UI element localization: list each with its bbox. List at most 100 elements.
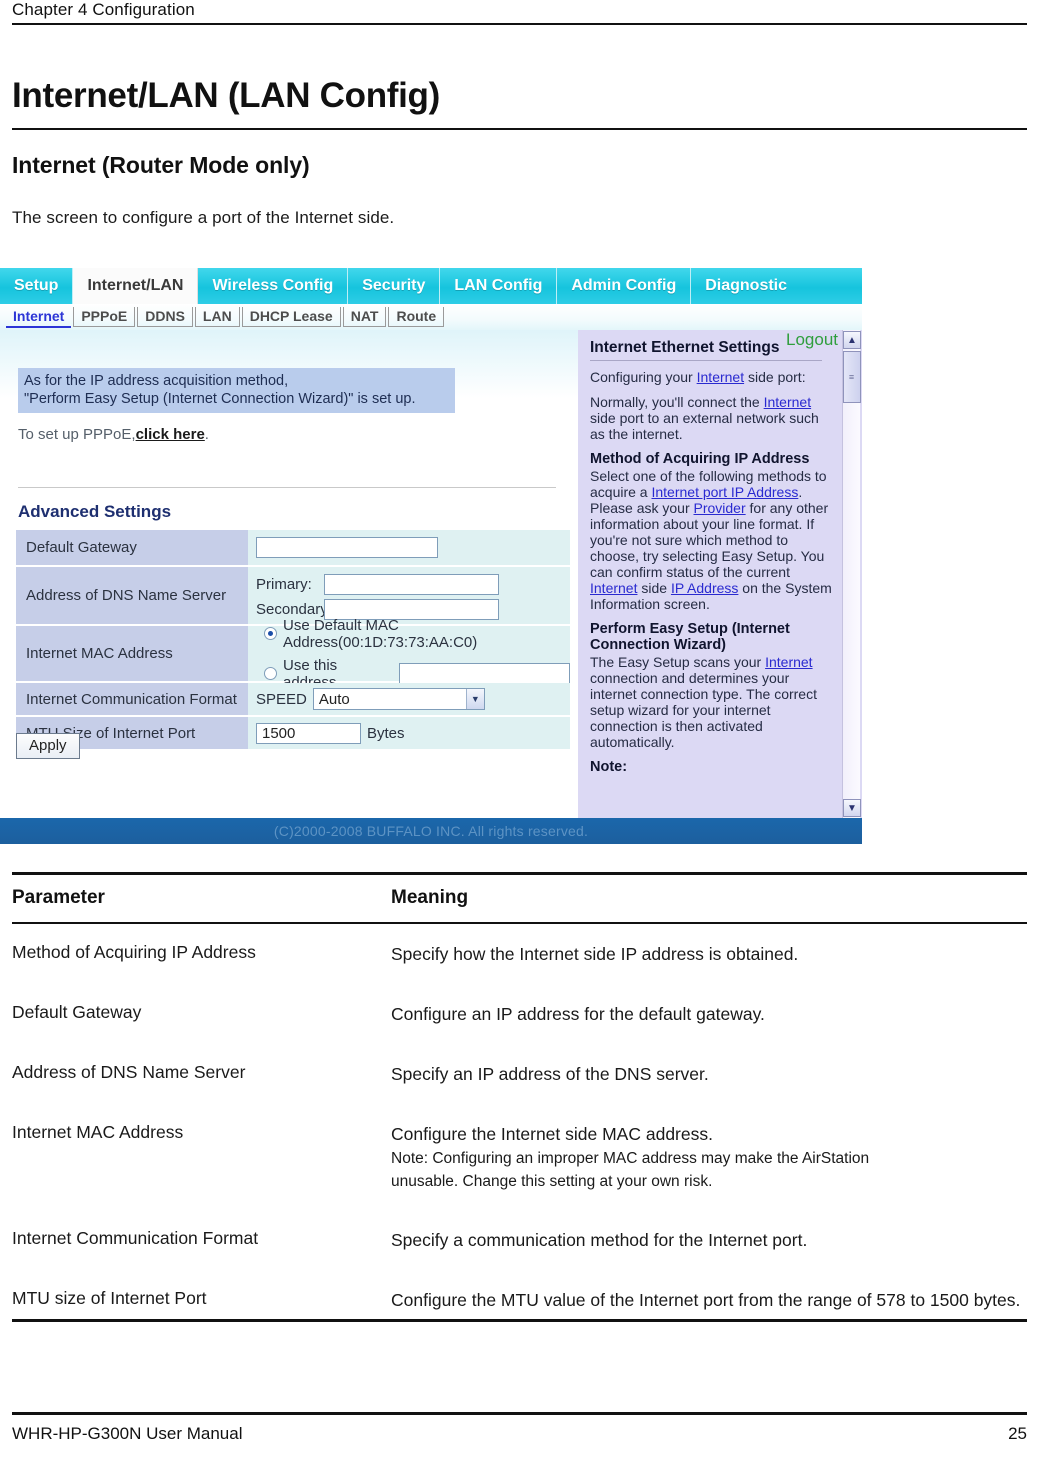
- router-settings-pane: As for the IP address acquisition method…: [0, 330, 578, 818]
- table-row: Default Gateway Configure an IP address …: [12, 984, 1027, 1044]
- value-dns-name-server: Primary: Secondary:: [248, 567, 570, 624]
- footer-rule: [12, 1412, 1027, 1415]
- table-cell-parameter: Internet MAC Address: [12, 1122, 184, 1142]
- title-rule: [12, 128, 1027, 130]
- acquisition-notice-line1: As for the IP address acquisition method…: [24, 373, 289, 389]
- label-default-gateway: Default Gateway: [16, 530, 248, 565]
- router-nav-tabs: Setup Internet/LAN Wireless Config Secur…: [0, 268, 862, 304]
- mac-default-option-group[interactable]: Use Default MAC Address(00:1D:73:73:AA:C…: [264, 617, 570, 651]
- sub-tab-internet[interactable]: Internet: [6, 307, 72, 328]
- help-paragraph-1: Configuring your Internet side port:: [590, 369, 834, 385]
- help-subheading-easy-setup: Perform Easy Setup (Internet Connection …: [590, 621, 790, 653]
- router-body: As for the IP address acquisition method…: [0, 330, 862, 818]
- advanced-settings-form: Default Gateway Address of DNS Name Serv…: [16, 530, 570, 751]
- nav-tab-diagnostic[interactable]: Diagnostic: [691, 268, 801, 304]
- help-p1-pre: Configuring your: [590, 369, 697, 385]
- parameter-table: Parameter Meaning Method of Acquiring IP…: [12, 872, 1027, 1322]
- sub-tab-lan[interactable]: LAN: [194, 307, 240, 327]
- label-mtu-units: Bytes: [367, 724, 405, 742]
- router-help-pane: Internet Ethernet Settings Configuring y…: [578, 330, 862, 818]
- nav-tab-admin-config[interactable]: Admin Config: [557, 268, 692, 304]
- pppoe-click-here-link[interactable]: click here: [136, 426, 205, 443]
- settings-divider: [18, 487, 556, 488]
- table-cell-meaning: Specify how the Internet side IP address…: [391, 944, 799, 964]
- help-note-label: Note:: [590, 759, 628, 775]
- table-row: Address of DNS Name Server Specify an IP…: [12, 1044, 1027, 1104]
- radio-use-this-address-icon[interactable]: [264, 667, 277, 680]
- header-rule: [12, 23, 1027, 25]
- nav-tab-internet-lan[interactable]: Internet/LAN: [73, 268, 199, 304]
- sub-tab-route[interactable]: Route: [388, 307, 445, 327]
- help-paragraph-3: Select one of the following methods to a…: [590, 468, 834, 612]
- apply-button[interactable]: Apply: [16, 733, 80, 759]
- dns-primary-group: Primary:: [256, 574, 499, 595]
- row-mtu-size: MTU Size of Internet Port 1500 Bytes: [16, 717, 570, 749]
- help-p4-a: The Easy Setup scans your: [590, 654, 766, 670]
- select-speed[interactable]: Auto ▼: [312, 688, 485, 710]
- help-link-internet-2[interactable]: Internet: [764, 394, 811, 410]
- help-link-internet-port-ip[interactable]: Internet port IP Address: [651, 484, 798, 500]
- row-dns-name-server: Address of DNS Name Server Primary: Seco…: [16, 567, 570, 624]
- help-link-internet-1[interactable]: Internet: [697, 369, 744, 385]
- intro-paragraph: The screen to configure a port of the In…: [12, 208, 395, 227]
- help-paragraph-4: The Easy Setup scans your Internet conne…: [590, 654, 834, 750]
- table-cell-meaning: Specify an IP address of the DNS server.: [391, 1064, 709, 1084]
- label-communication-format: Internet Communication Format: [16, 683, 248, 715]
- router-ui-screenshot: Setup Internet/LAN Wireless Config Secur…: [0, 268, 862, 844]
- help-divider: [590, 360, 822, 361]
- help-link-internet-4[interactable]: Internet: [765, 654, 812, 670]
- table-cell-parameter: Internet Communication Format: [12, 1228, 259, 1248]
- value-default-gateway: [248, 530, 570, 565]
- acquisition-notice-line2: "Perform Easy Setup (Internet Connection…: [24, 391, 416, 407]
- table-row: Internet Communication Format Specify a …: [12, 1210, 1027, 1270]
- table-cell-parameter: MTU size of Internet Port: [12, 1288, 207, 1308]
- help-link-ip-address[interactable]: IP Address: [671, 580, 738, 596]
- table-cell-note: Note: Configuring an improper MAC addres…: [391, 1150, 870, 1167]
- help-link-provider[interactable]: Provider: [694, 500, 746, 516]
- nav-tab-security[interactable]: Security: [348, 268, 441, 304]
- help-p2-post: side port to an external network such as…: [590, 410, 819, 442]
- table-cell-note-continued: unusable. Change this setting at your ow…: [391, 1173, 713, 1190]
- help-link-internet-3[interactable]: Internet: [590, 580, 637, 596]
- help-p3-d: side: [637, 580, 671, 596]
- label-dns-name-server: Address of DNS Name Server: [16, 567, 248, 624]
- select-speed-value: Auto: [318, 690, 350, 708]
- footer-page-number: 25: [1008, 1424, 1027, 1443]
- input-default-gateway[interactable]: [256, 537, 438, 558]
- label-dns-secondary: Secondary:: [256, 601, 332, 618]
- table-row: Internet MAC Address Configure the Inter…: [12, 1104, 1027, 1210]
- input-custom-mac-address[interactable]: [399, 663, 570, 684]
- sub-tab-ddns[interactable]: DDNS: [137, 307, 193, 327]
- table-cell-parameter: Method of Acquiring IP Address: [12, 942, 256, 962]
- table-cell-meaning: Configure an IP address for the default …: [391, 1004, 765, 1024]
- nav-tab-lan-config[interactable]: LAN Config: [440, 268, 558, 304]
- help-scrollbar[interactable]: ▲ ≡ ▼: [842, 330, 861, 818]
- input-mtu-size[interactable]: 1500: [256, 722, 361, 744]
- sub-tab-dhcp-lease[interactable]: DHCP Lease: [241, 307, 341, 327]
- label-internet-mac-address: Internet MAC Address: [16, 626, 248, 681]
- value-communication-format: SPEED Auto ▼: [248, 683, 570, 715]
- nav-tab-wireless-config[interactable]: Wireless Config: [198, 268, 349, 304]
- help-paragraph-2: Normally, you'll connect the Internet si…: [590, 394, 834, 442]
- help-p1-post: side port:: [744, 369, 806, 385]
- chevron-down-icon[interactable]: ▼: [465, 689, 484, 709]
- label-use-default-mac: Use Default MAC Address(00:1D:73:73:AA:C…: [283, 616, 478, 651]
- pppoe-setup-line: To set up PPPoE,click here.: [18, 426, 209, 443]
- value-internet-mac-address: Use Default MAC Address(00:1D:73:73:AA:C…: [248, 617, 570, 691]
- nav-tab-setup[interactable]: Setup: [0, 268, 74, 304]
- scrollbar-thumb[interactable]: ≡: [843, 351, 861, 403]
- radio-use-default-mac-icon[interactable]: [264, 627, 277, 640]
- page-header: Chapter 4 Configuration: [12, 0, 1027, 25]
- sub-tab-nat[interactable]: NAT: [342, 307, 387, 327]
- scroll-up-arrow-icon[interactable]: ▲: [843, 331, 861, 349]
- pppoe-prefix-text: To set up PPPoE,: [18, 426, 136, 443]
- input-dns-primary[interactable]: [324, 574, 499, 595]
- advanced-settings-heading: Advanced Settings: [18, 502, 172, 521]
- help-p4-b: connection and determines your internet …: [590, 670, 817, 750]
- sub-tab-pppoe[interactable]: PPPoE: [73, 307, 136, 327]
- logout-link[interactable]: Logout: [786, 330, 838, 350]
- label-speed: SPEED: [256, 690, 307, 708]
- router-copyright-bar: (C)2000-2008 BUFFALO INC. All rights res…: [0, 818, 862, 844]
- scroll-down-arrow-icon[interactable]: ▼: [843, 799, 861, 817]
- table-row: MTU size of Internet Port Configure the …: [12, 1270, 1027, 1319]
